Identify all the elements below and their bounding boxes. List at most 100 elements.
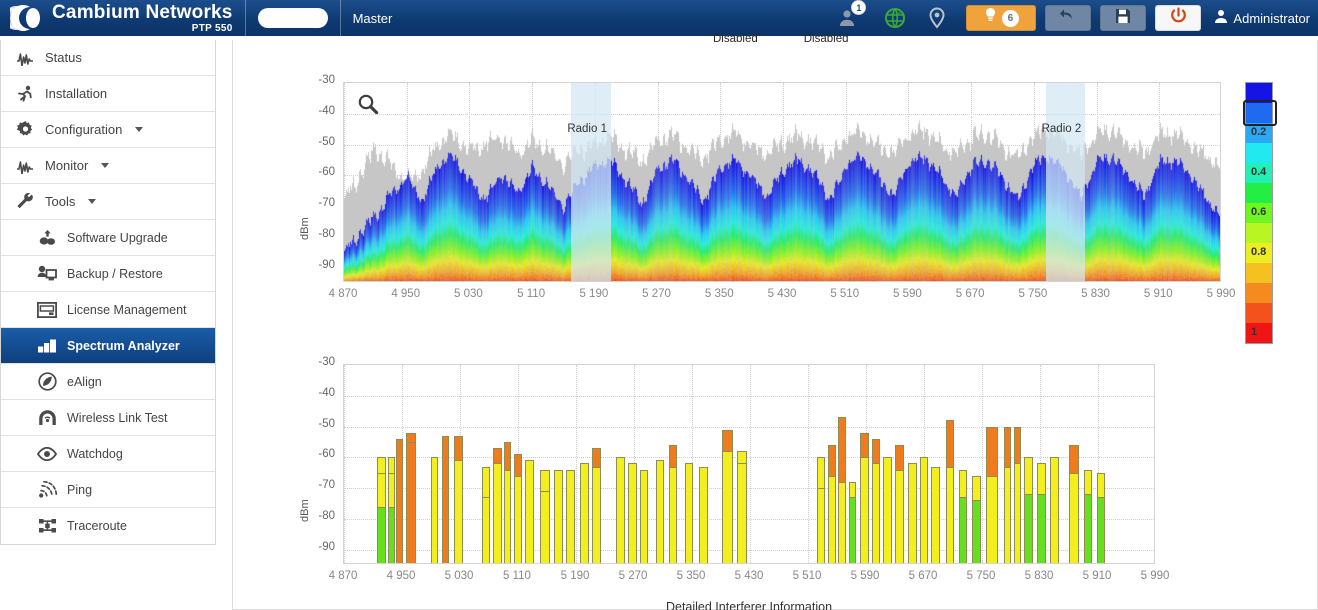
sidebar-item-watchdog[interactable]: Watchdog [1,436,215,472]
interferer-bar[interactable] [722,451,732,564]
power-button[interactable] [1155,5,1201,31]
interferer-bar[interactable] [377,507,386,564]
interferer-bar[interactable] [1037,494,1046,564]
interferer-bar[interactable] [946,467,955,564]
interferer-bar[interactable] [406,442,416,564]
interferer-bar[interactable] [504,470,511,564]
sidebar-item-software-upgrade[interactable]: Software Upgrade [1,220,215,256]
interferer-bar[interactable] [959,497,968,564]
sidebar-item-status[interactable]: Status [1,40,215,76]
top-chart-ytick: -40 [305,105,335,117]
sidebar-item-ping[interactable]: Ping [1,472,215,508]
user-alert-icon[interactable]: 1 [837,8,857,28]
device-name-field[interactable] [258,8,328,28]
legend-color-cell[interactable]: 0.6 [1246,203,1272,223]
interferer-bar[interactable] [1097,497,1106,564]
globe-icon[interactable] [884,7,906,29]
bottom-chart-xtick: 5 110 [487,570,547,582]
interferer-bar[interactable] [554,470,563,564]
interferer-bar[interactable] [685,463,694,564]
legend-color-cell[interactable] [1246,303,1272,323]
bottom-chart-xtick: 5 670 [893,570,953,582]
interferer-bar[interactable] [931,467,940,564]
magnifier-icon[interactable] [356,93,380,122]
legend-selected-highlight[interactable] [1243,100,1277,126]
interferer-bar[interactable] [737,463,747,564]
interferer-bar[interactable] [482,497,491,564]
legend-color-cell[interactable]: 0.8 [1246,243,1272,263]
legend-label: 0.6 [1251,206,1266,218]
interferer-bar[interactable] [1014,463,1021,564]
interferer-bar[interactable] [1084,494,1093,564]
interferer-bar[interactable] [396,439,403,564]
interferer-bar[interactable] [640,470,649,564]
location-pin-icon[interactable] [927,7,947,29]
sidebar-item-backup-restore[interactable]: Backup / Restore [1,256,215,292]
legend-color-cell[interactable]: 0.2 [1246,123,1272,143]
interferer-bar[interactable] [828,476,835,564]
interferer-bar[interactable] [908,463,917,564]
interferer-bar[interactable] [493,463,502,564]
interferer-bar[interactable] [431,457,438,564]
top-chart-plot-area[interactable]: Radio 1Radio 2 [343,82,1221,282]
interferer-bar[interactable] [669,467,678,564]
sidebar-item-tools[interactable]: Tools [1,184,215,220]
interferer-bar[interactable] [388,507,395,564]
interferer-bar[interactable] [920,457,929,564]
legend-color-cell[interactable] [1246,183,1272,203]
interferer-bar[interactable] [454,460,463,564]
admin-user[interactable]: Administrator [1210,9,1310,27]
interferer-bar[interactable] [442,436,449,564]
sidebar-item-wireless-link-test[interactable]: Wireless Link Test [1,400,215,436]
bottom-chart-ytick: -40 [305,387,335,399]
bottom-chart-xtick: 5 430 [719,570,779,582]
save-button[interactable] [1100,5,1146,31]
divider [340,0,341,36]
bottom-chart-plot-area[interactable] [343,364,1155,564]
interferer-bar[interactable] [972,500,981,564]
sidebar-item-monitor[interactable]: Monitor [1,148,215,184]
interferer-bar[interactable] [1004,467,1011,564]
events-button[interactable]: 6 [966,5,1036,31]
sidebar-item-label: Backup / Restore [67,267,163,281]
colorbar-legend[interactable]: 0.20.40.60.81 [1245,82,1273,344]
events-count: 6 [1002,10,1019,27]
interferer-bar[interactable] [849,497,856,564]
legend-color-cell[interactable]: 0.4 [1246,163,1272,183]
sidebar-item-ealign[interactable]: eAlign [1,364,215,400]
interferer-bar[interactable] [525,460,534,564]
interferer-bar[interactable] [895,470,904,564]
interferer-bar[interactable] [699,467,708,564]
bottom-chart-ytick: -50 [305,418,335,430]
interferer-bar[interactable] [580,463,589,564]
interferer-bar[interactable] [616,457,625,564]
sidebar-item-spectrum-analyzer[interactable]: Spectrum Analyzer [1,328,215,364]
interferer-bar[interactable] [817,488,826,564]
interferer-bar[interactable] [883,457,892,564]
interferer-bar[interactable] [540,491,550,564]
interferer-bar[interactable] [566,470,575,564]
interferer-bar[interactable] [1024,494,1033,564]
interferer-bar[interactable] [656,460,665,564]
sidebar-item-license-management[interactable]: License Management [1,292,215,328]
legend-color-cell[interactable] [1246,263,1272,283]
interferer-bar[interactable] [514,476,523,564]
sidebar-item-configuration[interactable]: Configuration [1,112,215,148]
top-chart-ytick: -50 [305,136,335,148]
legend-color-cell[interactable] [1246,223,1272,243]
interferer-bar[interactable] [838,482,845,564]
top-chart-xtick: 4 870 [313,288,373,300]
interferer-bar[interactable] [1050,457,1059,564]
sidebar-item-installation[interactable]: Installation [1,76,215,112]
interferer-bar[interactable] [860,457,869,564]
interferer-bar[interactable] [592,467,601,564]
sidebar-item-traceroute[interactable]: Traceroute [1,508,215,544]
undo-button[interactable] [1045,5,1091,31]
interferer-bar[interactable] [872,463,881,564]
interferer-bar[interactable] [628,463,637,564]
interferer-bar[interactable] [1069,473,1079,564]
interferer-bar[interactable] [986,476,998,564]
legend-color-cell[interactable] [1246,283,1272,303]
legend-color-cell[interactable] [1246,143,1272,163]
sidebar-item-label: License Management [67,303,187,317]
